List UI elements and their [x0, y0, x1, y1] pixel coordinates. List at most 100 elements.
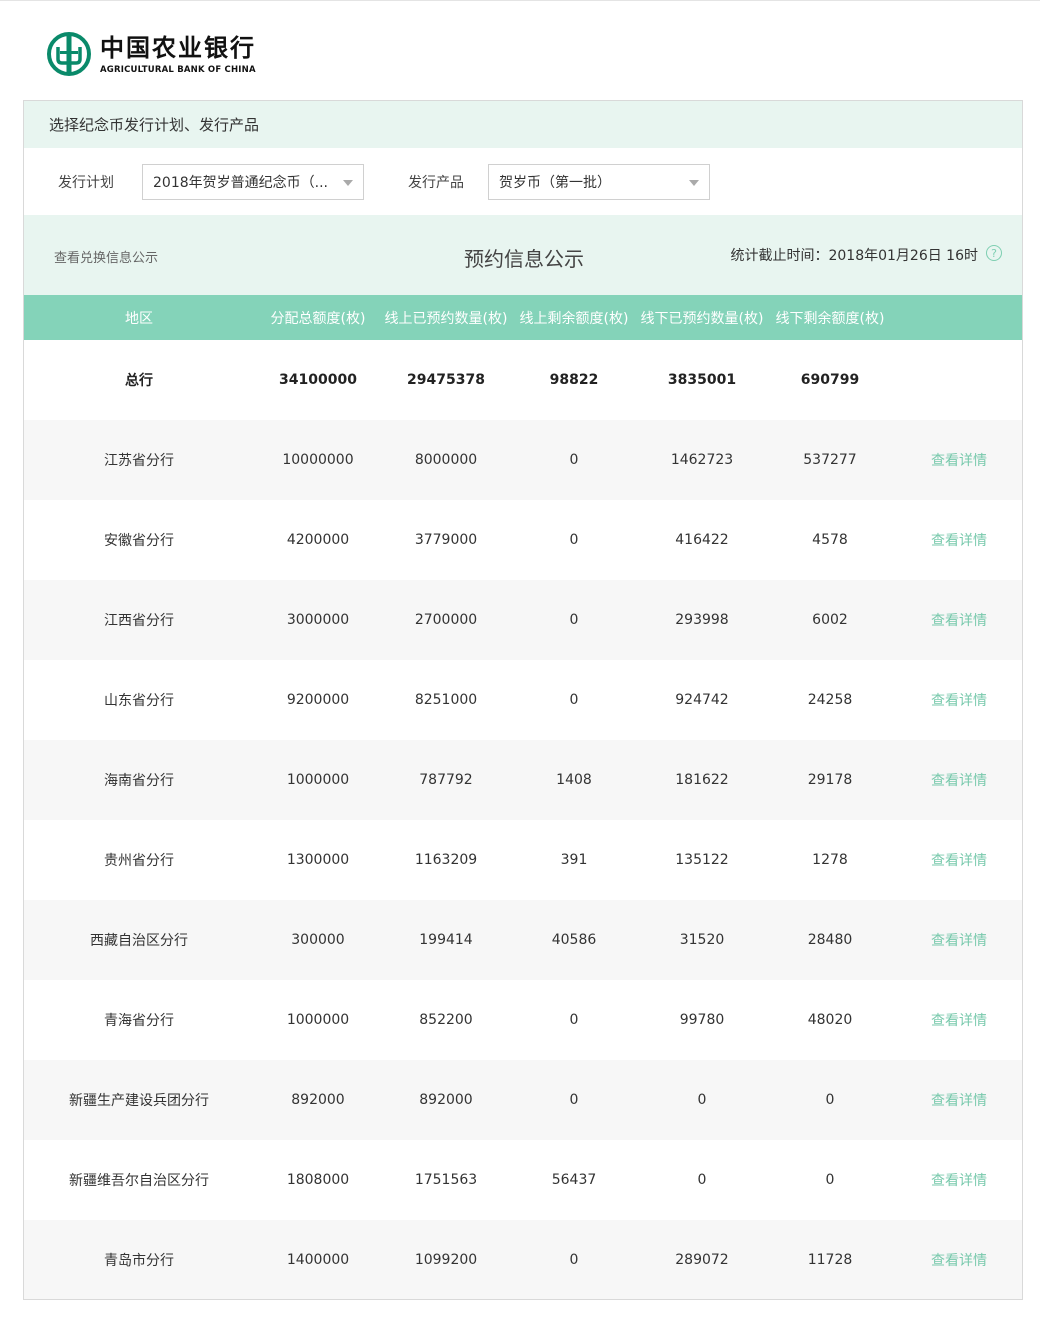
- cell-value: 1400000: [286, 1252, 350, 1268]
- panel-title: 选择纪念币发行计划、发行产品: [24, 101, 1022, 148]
- cell-value: 1462723: [670, 452, 734, 468]
- cell-value: 289072: [675, 1252, 729, 1268]
- cell-value: 199414: [419, 932, 473, 948]
- col-action: [894, 295, 1022, 340]
- cell-action: 查看详情: [894, 900, 1022, 980]
- cell-region: 青海省分行: [104, 1013, 174, 1029]
- cell-value: 1408: [556, 772, 592, 788]
- cell-value: 2700000: [414, 612, 478, 628]
- cell-value: 4200000: [286, 532, 350, 548]
- cell-region: 江苏省分行: [104, 453, 174, 469]
- cell-value: 10000000: [282, 452, 354, 468]
- cell-value: 40586: [551, 932, 597, 948]
- cell-action: 查看详情: [894, 1220, 1022, 1299]
- cell-value: 537277: [803, 452, 857, 468]
- view-details-link[interactable]: 查看详情: [931, 1093, 987, 1109]
- question-circle-icon[interactable]: ?: [986, 245, 1002, 261]
- cell-value: 1000000: [286, 772, 350, 788]
- cell-value: 293998: [675, 612, 729, 628]
- col-offline-remaining: 线下剩余额度(枚): [775, 310, 885, 327]
- cell-value: 135122: [675, 852, 729, 868]
- table-header-row: 地区 分配总额度(枚) 线上已预约数量(枚) 线上剩余额度(枚) 线下已预约数量…: [24, 295, 1022, 340]
- product-select-value: 贺岁币（第一批）: [499, 174, 611, 191]
- table-row: 安徽省分行 4200000 3779000 0 416422 4578 查看详情: [24, 500, 1022, 580]
- table-row: 新疆维吾尔自治区分行 1808000 1751563 56437 0 0 查看详情: [24, 1140, 1022, 1220]
- cell-value: 98822: [549, 372, 599, 388]
- table-row: 新疆生产建设兵团分行 892000 892000 0 0 0 查看详情: [24, 1060, 1022, 1140]
- cell-value: 11728: [807, 1252, 853, 1268]
- abc-logo-icon: [46, 31, 92, 77]
- plan-select[interactable]: 2018年贺岁普通纪念币（...: [142, 163, 364, 200]
- cell-value: 0: [569, 532, 579, 548]
- cell-value: 1808000: [286, 1172, 350, 1188]
- cell-value: 48020: [807, 1012, 853, 1028]
- cell-value: 416422: [675, 532, 729, 548]
- cell-value: 29475378: [407, 372, 485, 388]
- plan-label: 发行计划: [58, 174, 114, 191]
- cell-region: 新疆维吾尔自治区分行: [69, 1173, 209, 1189]
- cell-value: 56437: [551, 1172, 597, 1188]
- cell-value: 892000: [419, 1092, 473, 1108]
- view-details-link[interactable]: 查看详情: [931, 1253, 987, 1269]
- cell-action: 查看详情: [894, 1140, 1022, 1220]
- cell-value: 99780: [679, 1012, 725, 1028]
- cell-value: 0: [569, 1252, 579, 1268]
- cell-value: 8251000: [414, 692, 478, 708]
- cell-value: 181622: [675, 772, 729, 788]
- table-row: 西藏自治区分行 300000 199414 40586 31520 28480 查看详情: [24, 900, 1022, 980]
- cell-value: 852200: [419, 1012, 473, 1028]
- cell-action: 查看详情: [894, 660, 1022, 740]
- view-details-link[interactable]: 查看详情: [931, 933, 987, 949]
- cell-value: 1751563: [414, 1172, 478, 1188]
- chevron-down-icon: [343, 179, 353, 186]
- reservation-table: 地区 分配总额度(枚) 线上已预约数量(枚) 线上剩余额度(枚) 线下已预约数量…: [24, 295, 1022, 1299]
- bank-name-cn: 中国农业银行: [100, 32, 256, 62]
- product-label: 发行产品: [408, 174, 464, 191]
- cell-value: 690799: [800, 372, 860, 388]
- top-divider: [0, 0, 1040, 1]
- view-details-link[interactable]: 查看详情: [931, 693, 987, 709]
- cell-region: 青岛市分行: [104, 1253, 174, 1269]
- reservation-panel: 选择纪念币发行计划、发行产品 发行计划 2018年贺岁普通纪念币（... 发行产…: [23, 100, 1023, 1300]
- cell-value: 391: [560, 852, 588, 868]
- view-details-link[interactable]: 查看详情: [931, 1013, 987, 1029]
- cell-value: 0: [825, 1092, 835, 1108]
- cell-value: 300000: [291, 932, 345, 948]
- cell-value: 1300000: [286, 852, 350, 868]
- cell-region: 西藏自治区分行: [90, 933, 188, 949]
- cell-region: 江西省分行: [104, 613, 174, 629]
- cell-action: 查看详情: [894, 740, 1022, 820]
- col-total-quota: 分配总额度(枚): [270, 310, 366, 327]
- cell-value: 0: [569, 452, 579, 468]
- table-row: 山东省分行 9200000 8251000 0 924742 24258 查看详情: [24, 660, 1022, 740]
- cell-value: 24258: [807, 692, 853, 708]
- cell-value: 3835001: [667, 372, 737, 388]
- cell-empty: [894, 340, 1022, 420]
- bank-logo[interactable]: 中国农业银行 AGRICULTURAL BANK OF CHINA: [46, 30, 256, 78]
- view-details-link[interactable]: 查看详情: [931, 853, 987, 869]
- table-row: 江西省分行 3000000 2700000 0 293998 6002 查看详情: [24, 580, 1022, 660]
- table-row: 贵州省分行 1300000 1163209 391 135122 1278 查看详情: [24, 820, 1022, 900]
- cell-value: 3779000: [414, 532, 478, 548]
- cell-value: 0: [569, 1012, 579, 1028]
- cell-value: 3000000: [286, 612, 350, 628]
- view-details-link[interactable]: 查看详情: [931, 1173, 987, 1189]
- cell-value: 0: [569, 612, 579, 628]
- view-details-link[interactable]: 查看详情: [931, 533, 987, 549]
- view-details-link[interactable]: 查看详情: [931, 453, 987, 469]
- cell-action: 查看详情: [894, 1060, 1022, 1140]
- cell-value: 0: [569, 1092, 579, 1108]
- view-details-link[interactable]: 查看详情: [931, 773, 987, 789]
- bank-name-en: AGRICULTURAL BANK OF CHINA: [100, 64, 256, 75]
- product-select[interactable]: 贺岁币（第一批）: [488, 163, 710, 200]
- view-details-link[interactable]: 查看详情: [931, 613, 987, 629]
- table-body: 总行 34100000 29475378 98822 3835001 69079…: [24, 340, 1022, 1299]
- cell-region: 山东省分行: [104, 693, 174, 709]
- cell-value: 0: [569, 692, 579, 708]
- chevron-down-icon: [689, 179, 699, 186]
- cell-value: 4578: [812, 532, 848, 548]
- cell-value: 892000: [291, 1092, 345, 1108]
- cell-value: 1000000: [286, 1012, 350, 1028]
- cell-value: 1099200: [414, 1252, 478, 1268]
- plan-select-value: 2018年贺岁普通纪念币（...: [153, 174, 328, 191]
